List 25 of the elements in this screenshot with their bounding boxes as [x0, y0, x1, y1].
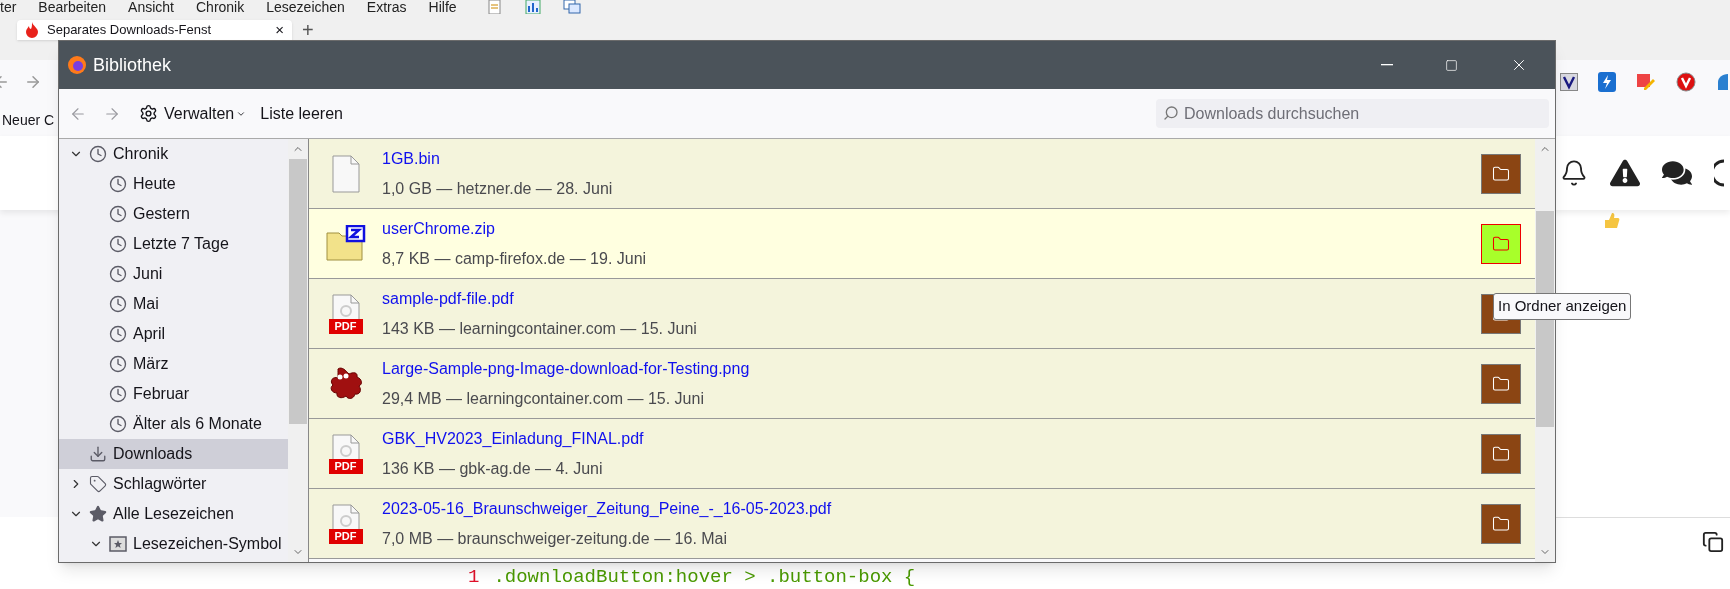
item-label: März — [133, 354, 169, 374]
item-label: April — [133, 324, 165, 344]
tooltip: In Ordner anzeigen — [1493, 293, 1632, 320]
item-label: Heute — [133, 174, 176, 194]
item-label: Mai — [133, 294, 159, 314]
file-details: 7,0 MB — braunschweiger-zeitung.de — 16. Mai — [382, 528, 729, 549]
file-details: 1,0 GB — hetzner.de — 28. Juni — [382, 178, 614, 199]
window-title: Bibliothek — [93, 53, 172, 77]
item-label: Juni — [133, 264, 163, 284]
item-label: Alle Lesezeichen — [113, 504, 234, 524]
file-details: 8,7 KB — camp-firefox.de — 19. Juni — [382, 248, 648, 269]
item-label: Lesezeichen-Symbol — [133, 534, 282, 554]
file-details: 136 KB — gbk-ag.de — 4. Juni — [382, 458, 604, 479]
item-label: Chronik — [113, 144, 169, 164]
code-text: .downloadButton:hover > .button-box { — [493, 566, 916, 588]
item-label: Gestern — [133, 204, 190, 224]
file-details: 29,4 MB — learningcontainer.com — 15. Juni — [382, 388, 705, 409]
item-label: Downloads — [113, 444, 193, 464]
item-label: Letzte 7 Tage — [133, 234, 229, 254]
line-number: 1 — [468, 566, 480, 588]
item-label: Schlagwörter — [113, 474, 207, 494]
item-label: Älter als 6 Monate — [133, 414, 262, 434]
file-details: 143 KB — learningcontainer.com — 15. Juni — [382, 318, 698, 339]
item-label: Februar — [133, 384, 190, 404]
tab-title: Separates Downloads-Fenst — [47, 23, 213, 37]
